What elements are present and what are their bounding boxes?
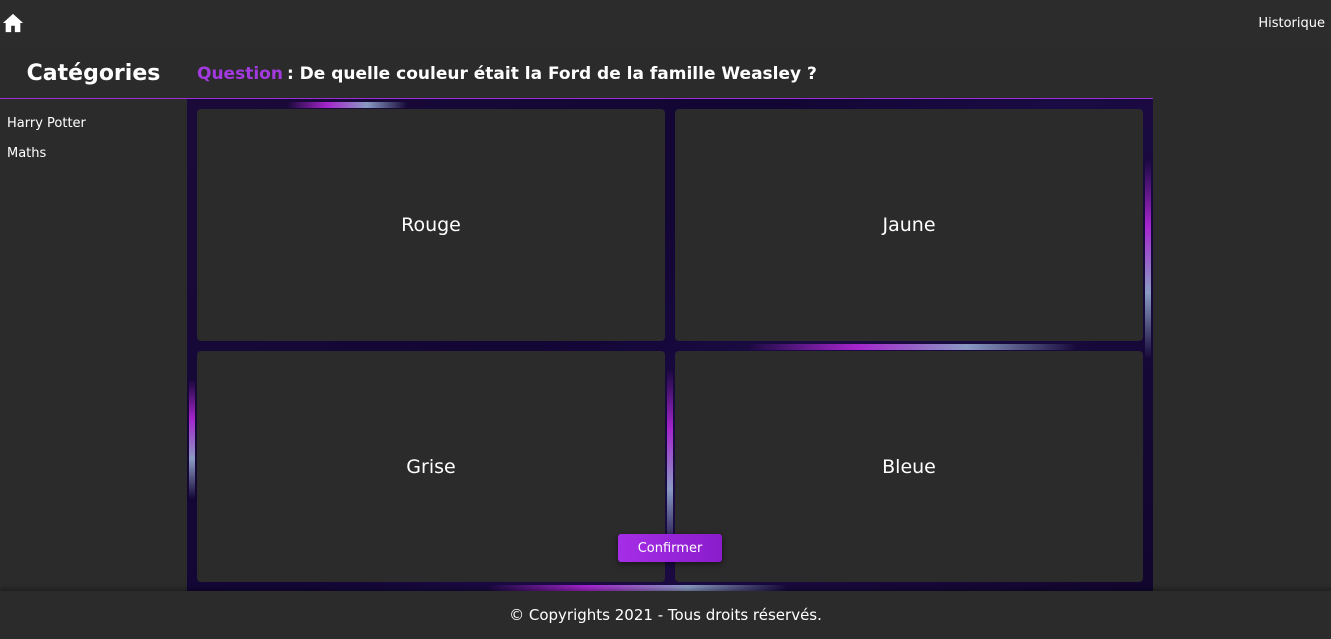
answer-option-rouge[interactable]: Rouge (197, 109, 665, 341)
light-streak (287, 102, 407, 108)
answer-label: Rouge (401, 214, 461, 236)
light-streak (1145, 159, 1151, 359)
category-item-maths[interactable]: Maths (0, 139, 187, 169)
top-navbar: Historique (0, 0, 1331, 49)
category-item-harry-potter[interactable]: Harry Potter (0, 109, 187, 139)
question-text: : De quelle couleur était la Ford de la … (286, 63, 817, 84)
answer-label: Grise (406, 455, 456, 478)
confirm-button[interactable]: Confirmer (618, 534, 722, 562)
sidebar-title: Catégories (0, 49, 187, 99)
quiz-panel: Question : De quelle couleur était la Fo… (187, 49, 1153, 591)
copyright-text: © Copyrights 2021 - Tous droits réservés… (509, 606, 822, 624)
light-streak (189, 379, 195, 499)
right-column (1153, 49, 1331, 591)
answer-option-bleue[interactable]: Bleue (675, 351, 1143, 582)
footer: © Copyrights 2021 - Tous droits réservés… (0, 591, 1331, 639)
answer-option-jaune[interactable]: Jaune (675, 109, 1143, 341)
answer-label: Bleue (882, 455, 936, 478)
home-icon[interactable] (2, 12, 24, 34)
question-label: Question (197, 63, 283, 84)
category-list: Harry Potter Maths (0, 99, 187, 169)
answer-label: Jaune (882, 214, 936, 236)
light-streak (747, 344, 1077, 350)
history-link[interactable]: Historique (1258, 16, 1325, 31)
question-bar: Question : De quelle couleur était la Fo… (187, 49, 1153, 99)
categories-sidebar: Catégories Harry Potter Maths (0, 49, 187, 591)
light-streak (667, 369, 673, 549)
answer-option-grise[interactable]: Grise (197, 351, 665, 582)
